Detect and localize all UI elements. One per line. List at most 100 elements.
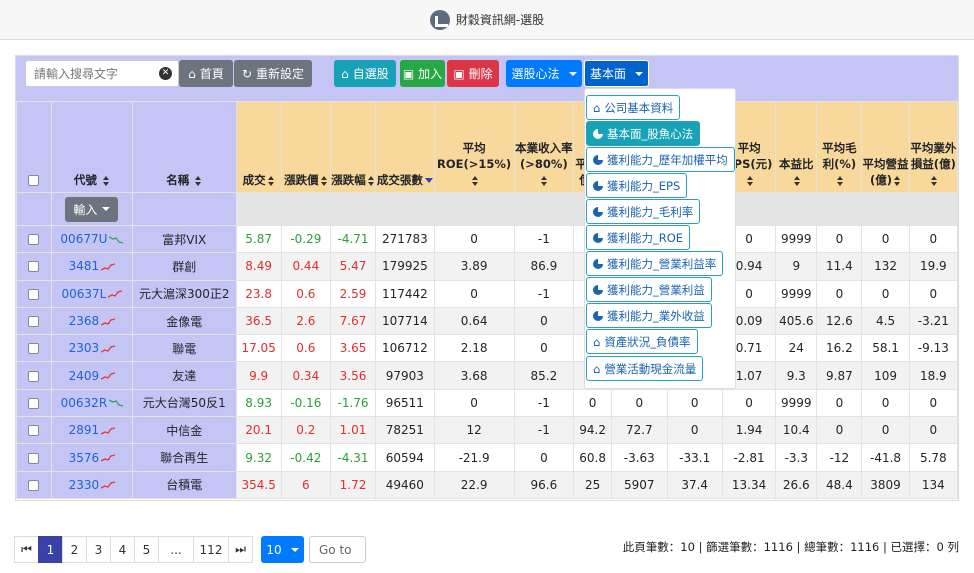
- add-button[interactable]: ▣ 加入: [400, 60, 445, 87]
- row-checkbox[interactable]: [28, 479, 40, 491]
- stock-code-link[interactable]: 00632R: [61, 396, 108, 410]
- cell-roe: 0: [433, 388, 515, 418]
- row-checkbox[interactable]: [28, 452, 40, 464]
- table-row[interactable]: 2409友達9.90.343.56979033.6885.251.079.39.…: [16, 361, 958, 390]
- cell-gm: 12.6: [816, 306, 863, 336]
- clear-icon[interactable]: ✕: [159, 67, 172, 80]
- col-non-op[interactable]: 平均業外損益(億): [908, 101, 958, 193]
- table-row[interactable]: 00637L 元大滬深300正2 23.8 0.6 2.59 117442 0 -1 0 9999…: [16, 279, 958, 308]
- page-button[interactable]: 112: [193, 536, 229, 563]
- cell-code[interactable]: 3481: [50, 252, 133, 281]
- menu-item[interactable]: 獲利能力_EPS: [586, 173, 688, 198]
- cell-code[interactable]: 2368: [50, 306, 133, 336]
- row-checkbox[interactable]: [28, 425, 40, 437]
- stock-code-link[interactable]: 2409: [69, 369, 100, 383]
- cell-value: -3.3: [784, 450, 808, 465]
- menu-item[interactable]: 獲利能力_毛利率: [586, 199, 701, 224]
- cell-core: -1: [513, 416, 575, 445]
- cell-code[interactable]: 2330: [50, 470, 133, 499]
- col-core-income[interactable]: 本業收入率(>80%): [513, 101, 575, 193]
- col-volume[interactable]: 成交張數: [375, 101, 435, 193]
- cell-code[interactable]: 2409: [50, 361, 133, 390]
- row-checkbox[interactable]: [28, 370, 40, 382]
- cell-code[interactable]: 3576: [50, 443, 133, 472]
- delete-button[interactable]: ▣ 刪除: [447, 60, 499, 87]
- search-input[interactable]: 請輸入搜尋文字 ✕: [25, 60, 179, 87]
- cell-code[interactable]: 2303: [50, 334, 133, 363]
- cell-value: 2.6: [296, 314, 316, 329]
- menu-item[interactable]: ⌂ 公司基本資料: [586, 95, 681, 120]
- table-row[interactable]: 2330 台積電 354.5 6 1.72 49460 22.9 96.6 25 5907 37.4…: [16, 470, 958, 499]
- menu-item[interactable]: ⌂ 營業活動現金流量: [586, 356, 704, 381]
- page-button[interactable]: ...: [158, 536, 194, 563]
- row-checkbox[interactable]: [28, 261, 40, 273]
- menu-item[interactable]: 獲利能力_業外收益: [586, 303, 712, 328]
- stock-code-link[interactable]: 2303: [69, 341, 100, 355]
- menu-item[interactable]: 獲利能力_歷年加權平均: [586, 147, 735, 172]
- cell-code[interactable]: 00677U: [50, 224, 133, 254]
- cell-c10: 5907: [611, 470, 668, 499]
- col-pe[interactable]: 本益比: [775, 101, 818, 193]
- table-row[interactable]: 2368金像電36.52.67.671077140.64060.09405.61…: [16, 306, 958, 336]
- menu-item[interactable]: 獲利能力_營業利益率: [586, 251, 724, 276]
- stock-code-link[interactable]: 2368: [69, 314, 100, 328]
- col-name[interactable]: 名稱: [131, 101, 237, 193]
- page-button[interactable]: 4: [110, 536, 135, 563]
- col-op-income[interactable]: 平均營益(億): [861, 101, 910, 193]
- stock-code-link[interactable]: 2330: [69, 478, 100, 492]
- home-button[interactable]: ⌂ 首頁: [179, 60, 233, 87]
- stock-code-link[interactable]: 3481: [69, 259, 100, 273]
- stock-code-link[interactable]: 00677U: [60, 232, 107, 246]
- page-button[interactable]: 1: [38, 536, 63, 563]
- stock-code-link[interactable]: 00637L: [61, 287, 106, 301]
- first-page-button[interactable]: ⏮: [14, 536, 39, 563]
- page-size-dropdown[interactable]: 10: [261, 536, 304, 563]
- filter-cell: [131, 192, 237, 226]
- row-select-cell: [16, 388, 52, 418]
- cell-value: 0.6: [296, 341, 316, 356]
- col-roe[interactable]: 平均ROE(>15%): [433, 101, 515, 193]
- col-gross-margin[interactable]: 平均毛利(%): [816, 101, 863, 193]
- table-row[interactable]: 2303聯電17.050.63.651067122.18040.712416.2…: [16, 334, 958, 363]
- cell-code[interactable]: 00637L: [50, 279, 133, 308]
- col-change[interactable]: 漲跌價: [280, 101, 331, 193]
- cell-code[interactable]: 2891: [50, 416, 133, 445]
- cell-chg: -0.16: [280, 388, 331, 418]
- cell-value: 94.2: [579, 423, 606, 438]
- strategy-dropdown[interactable]: 選股心法: [506, 60, 582, 87]
- stock-code-link[interactable]: 2891: [69, 423, 100, 437]
- page-button[interactable]: 5: [134, 536, 159, 563]
- fundamental-dropdown[interactable]: 基本面: [584, 60, 649, 87]
- row-checkbox[interactable]: [28, 234, 40, 246]
- menu-item[interactable]: 獲利能力_ROE: [586, 225, 691, 250]
- row-checkbox[interactable]: [28, 343, 40, 355]
- col-price[interactable]: 成交: [235, 101, 282, 193]
- row-checkbox[interactable]: [28, 316, 40, 328]
- page-button[interactable]: 2: [62, 536, 87, 563]
- my-stocks-button[interactable]: ⌂ 自選股: [334, 60, 396, 87]
- goto-input[interactable]: Go to: [309, 536, 366, 563]
- page-button[interactable]: 3: [86, 536, 111, 563]
- stock-code-link[interactable]: 3576: [69, 451, 100, 465]
- sparkline-down-icon: [109, 236, 124, 244]
- table-row[interactable]: 00677U 富邦VIX 5.87 -0.29 -4.71 271783 0 -1 0 9999 0…: [16, 224, 958, 254]
- row-checkbox[interactable]: [28, 397, 40, 409]
- table-row[interactable]: 2891 中信金 20.1 0.2 1.01 78251 12 -1 94.2 72.7 0 1.94…: [16, 416, 958, 445]
- row-checkbox[interactable]: [28, 288, 40, 300]
- menu-item[interactable]: ⌂ 資產狀況_負債率: [586, 329, 698, 354]
- table-row[interactable]: 3481群創8.490.445.471799253.8986.930.94911…: [16, 252, 958, 281]
- stock-name: 中信金: [166, 423, 203, 438]
- col-code[interactable]: 代號: [50, 101, 133, 193]
- reset-button[interactable]: ↻ 重新設定: [234, 60, 312, 87]
- cell-value: 0: [835, 423, 844, 438]
- input-filter-button[interactable]: 輸入: [65, 196, 119, 222]
- select-all-checkbox[interactable]: [28, 175, 40, 186]
- last-page-button[interactable]: ⏭: [228, 536, 253, 563]
- pie-chart-icon: [593, 310, 603, 321]
- table-row[interactable]: 3576 聯合再生 9.32 -0.42 -4.31 60594 -21.9 0 60.8 -3.…: [16, 443, 958, 472]
- table-row[interactable]: 00632R 元大台灣50反1 8.93 -0.16 -1.76 96511 0 -1 0 0 0 0…: [16, 388, 958, 418]
- menu-item[interactable]: 基本面_股魚心法: [586, 121, 701, 146]
- col-change-pct[interactable]: 漲跌幅: [329, 101, 377, 193]
- cell-code[interactable]: 00632R: [50, 388, 133, 418]
- menu-item[interactable]: 獲利能力_營業利益: [586, 277, 712, 302]
